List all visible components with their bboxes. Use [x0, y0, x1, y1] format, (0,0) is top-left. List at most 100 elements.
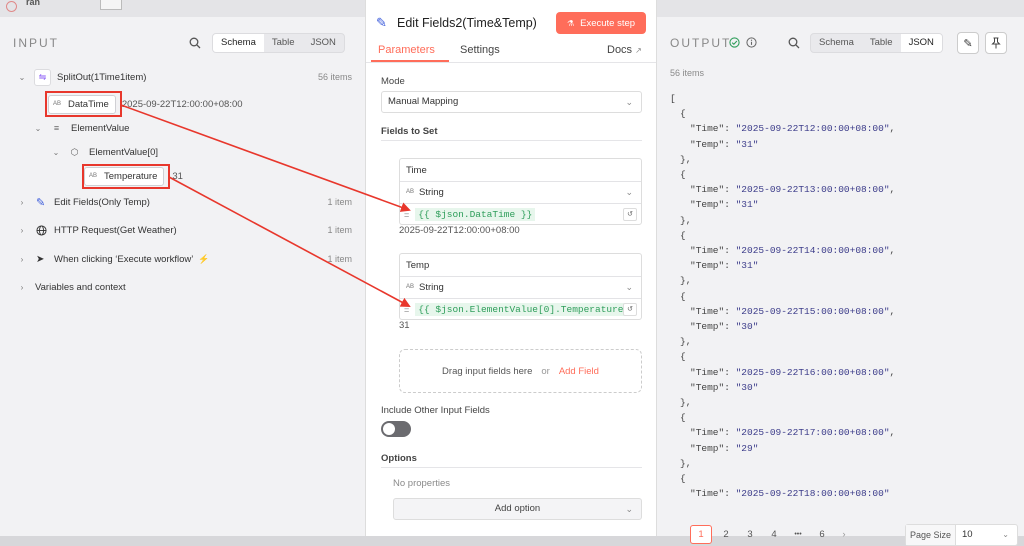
- field-value-input[interactable]: = {{ $json.DataTime }} ↺: [400, 203, 641, 225]
- options-label: Options: [381, 453, 417, 464]
- chevron-right-icon[interactable]: ›: [16, 255, 28, 264]
- chevron-right-icon[interactable]: ›: [16, 226, 28, 235]
- json-object-close: },: [680, 336, 692, 348]
- node-label: HTTP Request(Get Weather): [54, 224, 177, 236]
- json-temp-line: "Temp": "31": [690, 138, 759, 150]
- json-time-value: "2025-09-22T15:00:00+08:00": [735, 305, 890, 317]
- field-name[interactable]: Time: [406, 165, 427, 176]
- execute-step-label: Execute step: [580, 17, 636, 29]
- json-view: [{"Time": "2025-09-22T12:00:00+08:00", "T…: [657, 17, 1024, 502]
- temperature-pill[interactable]: AB Temperature: [84, 166, 165, 186]
- field-temp: Temp AB String ⌄ = {{ $json.ElementValue…: [399, 253, 642, 320]
- page-size-control: Page Size 10 ⌄: [905, 524, 1018, 546]
- drop-or: or: [541, 365, 550, 377]
- json-temp-value: "31": [735, 138, 759, 150]
- json-time-line: "Time": "2025-09-22T16:00:00+08:00",: [690, 366, 896, 378]
- expression-icon: =: [404, 209, 410, 220]
- input-tab-schema[interactable]: Schema: [213, 34, 264, 52]
- tree-node-edit-fields[interactable]: › ✎ Edit Fields(Only Temp): [16, 192, 150, 212]
- node-count: 1 item: [327, 225, 352, 235]
- json-temp-line: "Temp": "30": [690, 381, 759, 393]
- expand-icon[interactable]: ↺: [623, 303, 637, 316]
- json-time-value: "2025-09-22T12:00:00+08:00": [735, 123, 890, 135]
- canvas-node-label: ran: [26, 0, 41, 7]
- add-option-select[interactable]: Add option ⌄: [393, 498, 642, 520]
- search-icon[interactable]: [189, 37, 201, 49]
- page-1-button[interactable]: 1: [690, 525, 712, 544]
- page-size-select[interactable]: 10 ⌄: [956, 525, 1017, 545]
- tree-field-datatime[interactable]: AB DataTime 2025-09-22T12:00:00+08:00: [48, 94, 243, 114]
- tree-root-row[interactable]: ⌄ ⇋ SplitOut(1Time1item): [16, 67, 146, 87]
- more-pages-button[interactable]: •••: [787, 525, 809, 544]
- chevron-down-icon: ⌄: [625, 186, 633, 197]
- json-temp-line: "Temp": "31": [690, 199, 759, 211]
- input-view-toggle: Schema Table JSON: [212, 33, 345, 53]
- string-type-icon: AB: [406, 189, 415, 195]
- field-name[interactable]: Temp: [406, 260, 429, 271]
- json-object-open: {: [680, 229, 686, 241]
- node-editor-modal: ✎ Edit Fields2(Time&Temp) ⚗ Execute step…: [365, 0, 657, 536]
- field-type-select[interactable]: AB String ⌄: [400, 276, 641, 297]
- json-object-close: },: [680, 275, 692, 287]
- json-object-open: {: [680, 351, 686, 363]
- json-temp-value: "31": [735, 260, 759, 272]
- datatime-label: DataTime: [68, 98, 109, 110]
- json-time-line: "Time": "2025-09-22T18:00:00+08:00": [690, 488, 890, 500]
- chevron-down-icon[interactable]: ⌄: [50, 148, 62, 157]
- docs-label: Docs: [607, 44, 633, 56]
- tree-field-elementvalue[interactable]: ⌄ ≡ ElementValue: [32, 118, 130, 138]
- page-4-button[interactable]: 4: [763, 525, 785, 544]
- string-type-icon: AB: [406, 284, 415, 290]
- tree-variables-context[interactable]: › Variables and context: [16, 277, 126, 297]
- chevron-down-icon[interactable]: ⌄: [32, 124, 44, 133]
- chevron-right-icon[interactable]: ›: [16, 198, 28, 207]
- next-page-button[interactable]: ›: [837, 525, 851, 544]
- chevron-down-icon: ⌄: [625, 281, 633, 292]
- field-time: Time AB String ⌄ = {{ $json.DataTime }} …: [399, 158, 642, 225]
- json-temp-value: "30": [735, 321, 759, 332]
- chevron-down-icon[interactable]: ⌄: [16, 73, 28, 82]
- expand-icon[interactable]: ↺: [623, 208, 637, 221]
- datatime-pill[interactable]: AB DataTime: [48, 94, 116, 114]
- json-time-line: "Time": "2025-09-22T13:00:00+08:00",: [690, 184, 896, 196]
- execute-step-button[interactable]: ⚗ Execute step: [556, 12, 646, 34]
- tree-field-temperature[interactable]: AB Temperature 31: [84, 166, 183, 186]
- field-type-select[interactable]: AB String ⌄: [400, 181, 641, 202]
- chevron-right-icon[interactable]: ›: [16, 283, 28, 292]
- json-object-open: {: [680, 473, 686, 484]
- field-expression: {{ $json.ElementValue[0].Temperature: [415, 303, 627, 316]
- input-tab-table[interactable]: Table: [264, 34, 303, 52]
- globe-icon: [36, 224, 54, 236]
- add-field-button[interactable]: Add Field: [559, 366, 599, 377]
- field-value-input[interactable]: = {{ $json.ElementValue[0].Temperature ↺: [400, 298, 641, 320]
- external-link-icon: ↗: [635, 46, 642, 55]
- tree-node-manual-trigger[interactable]: › ➤ When clicking ‘Execute workflow’ ⚡: [16, 249, 210, 269]
- expression-icon: =: [404, 304, 410, 315]
- input-tab-json[interactable]: JSON: [303, 34, 344, 52]
- mode-select[interactable]: Manual Mapping ⌄: [381, 91, 642, 113]
- output-panel: OUTPUT Schema Table JSON ✎ 56 items [{"T…: [657, 17, 1024, 546]
- node-count: 1 item: [327, 254, 352, 264]
- page-2-button[interactable]: 2: [715, 525, 737, 544]
- tree-field-elementvalue-0[interactable]: ⌄ ⬡ ElementValue[0]: [50, 142, 158, 162]
- lightning-icon: ⚡: [198, 253, 210, 264]
- drop-zone[interactable]: Drag input fields here or Add Field: [399, 349, 642, 393]
- page-6-button[interactable]: 6: [811, 525, 833, 544]
- variables-label: Variables and context: [35, 281, 126, 293]
- json-time-value: "2025-09-22T14:00:00+08:00": [735, 245, 890, 256]
- string-type-icon: AB: [53, 101, 62, 107]
- include-other-toggle[interactable]: [381, 421, 411, 437]
- json-temp-value: "31": [735, 199, 759, 211]
- docs-link[interactable]: Docs ↗: [607, 44, 642, 56]
- list-icon: ≡: [53, 123, 60, 133]
- json-object-close: },: [680, 397, 692, 408]
- tab-settings[interactable]: Settings: [460, 44, 500, 56]
- add-option-label: Add option: [494, 503, 541, 514]
- tab-parameters[interactable]: Parameters: [378, 44, 435, 56]
- canvas-node-button[interactable]: [100, 0, 122, 10]
- flask-icon: ⚗: [566, 18, 575, 28]
- pencil-icon: ✎: [36, 196, 46, 209]
- page-3-button[interactable]: 3: [739, 525, 761, 544]
- node-count: 1 item: [327, 197, 352, 207]
- tree-node-http-request[interactable]: › HTTP Request(Get Weather): [16, 220, 177, 240]
